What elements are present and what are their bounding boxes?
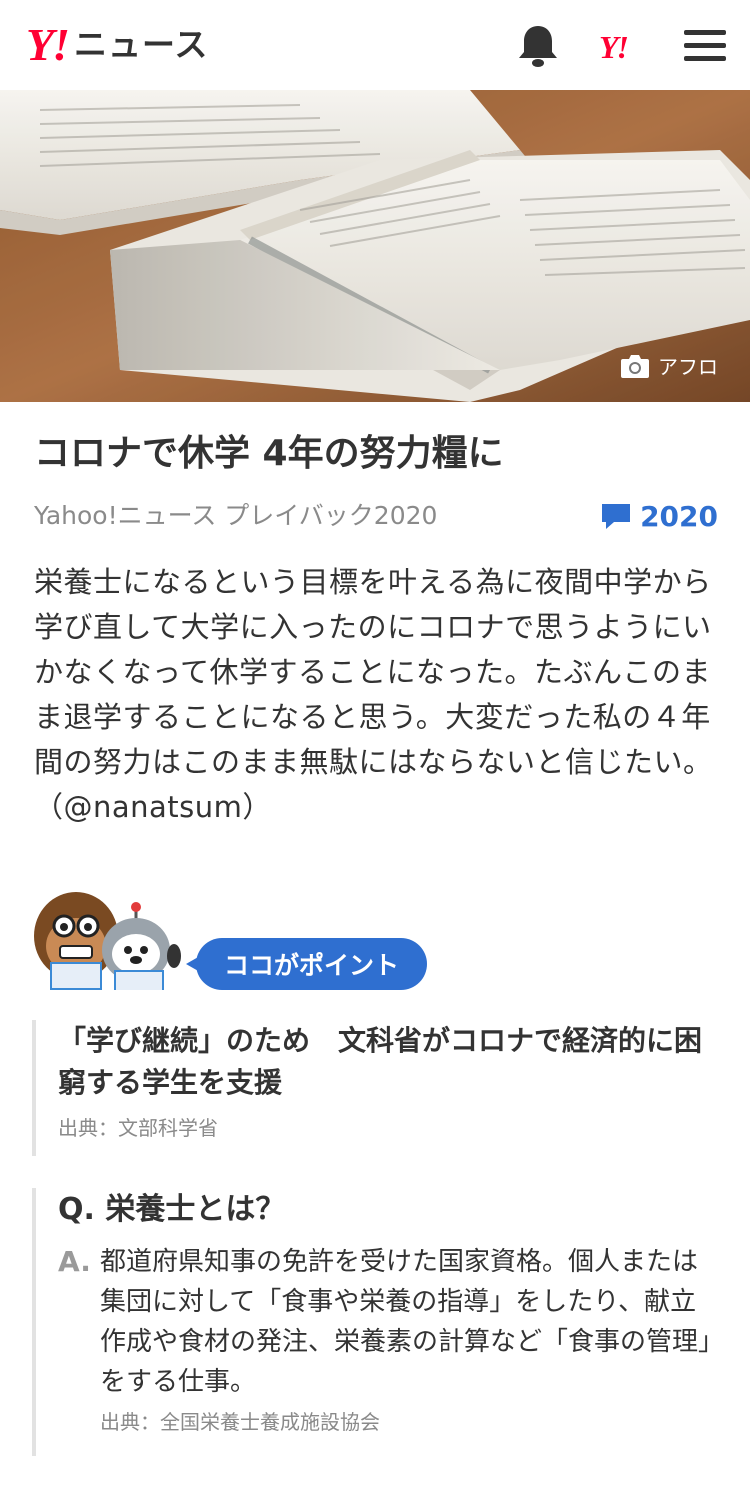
qa-source: 出典：全国栄養士養成施設協会 [100, 1410, 380, 1434]
yahoo-icon[interactable]: Y! [599, 29, 629, 65]
logo-y-mark: Y! [26, 19, 70, 70]
photo-credit: アフロ [620, 351, 718, 380]
comments-link[interactable]: 2020 [600, 496, 718, 536]
qa-answer-text: 都道府県知事の免許を受けた国家資格。個人または集団に対して「食事や栄養の指導」を… [100, 1247, 712, 1397]
point-badge: ココがポイント [186, 938, 428, 992]
qa-answer-letter: A. [58, 1245, 91, 1278]
article-title: コロナで休学 4年の努力糧に [34, 433, 504, 474]
point-badge-tail [186, 956, 200, 972]
point-item-source: 出典：文部科学省 [58, 1116, 218, 1140]
comment-count: 2020 [640, 499, 718, 533]
logo-news-text: ニュース [74, 25, 209, 64]
mascot-characters [34, 892, 181, 990]
comment-bubble-icon [602, 504, 631, 529]
yahoo-news-logo[interactable]: Y! ニュース [26, 22, 208, 68]
photo-credit-text: アフロ [658, 355, 718, 379]
qa-question: Q. 栄養士とは？ [58, 1192, 286, 1227]
menu-icon[interactable] [684, 28, 726, 64]
hero-image: アフロ [0, 90, 750, 402]
article-lead: 栄養士になるという目標を叶える為に夜間中学から学び直して大学に入ったのにコロナで… [34, 565, 713, 824]
point-badge-pill: ココがポイント [186, 938, 428, 990]
qa-answer-row: A. 都道府県知事の免許を受けた国家資格。個人または集団に対して「食事や栄養の指… [58, 1242, 722, 1436]
article-source: Yahoo!ニュース プレイバック2020 [34, 501, 438, 530]
point-item-title[interactable]: 「学び継続」のため 文科省がコロナで経済的に困窮する学生を支援 [58, 1020, 722, 1104]
app-header: Y! ニュース Y! [0, 0, 750, 90]
article-meta: Yahoo!ニュース プレイバック2020 2020 [34, 496, 718, 536]
qa-section: Q. 栄養士とは？ A. 都道府県知事の免許を受けた国家資格。個人または集団に対… [32, 1188, 722, 1456]
camera-icon [621, 354, 649, 378]
bell-icon[interactable] [514, 22, 562, 70]
point-item[interactable]: 「学び継続」のため 文科省がコロナで経済的に困窮する学生を支援 出典：文部科学省 [32, 1020, 722, 1156]
point-badge-label: ココがポイント [224, 951, 400, 980]
